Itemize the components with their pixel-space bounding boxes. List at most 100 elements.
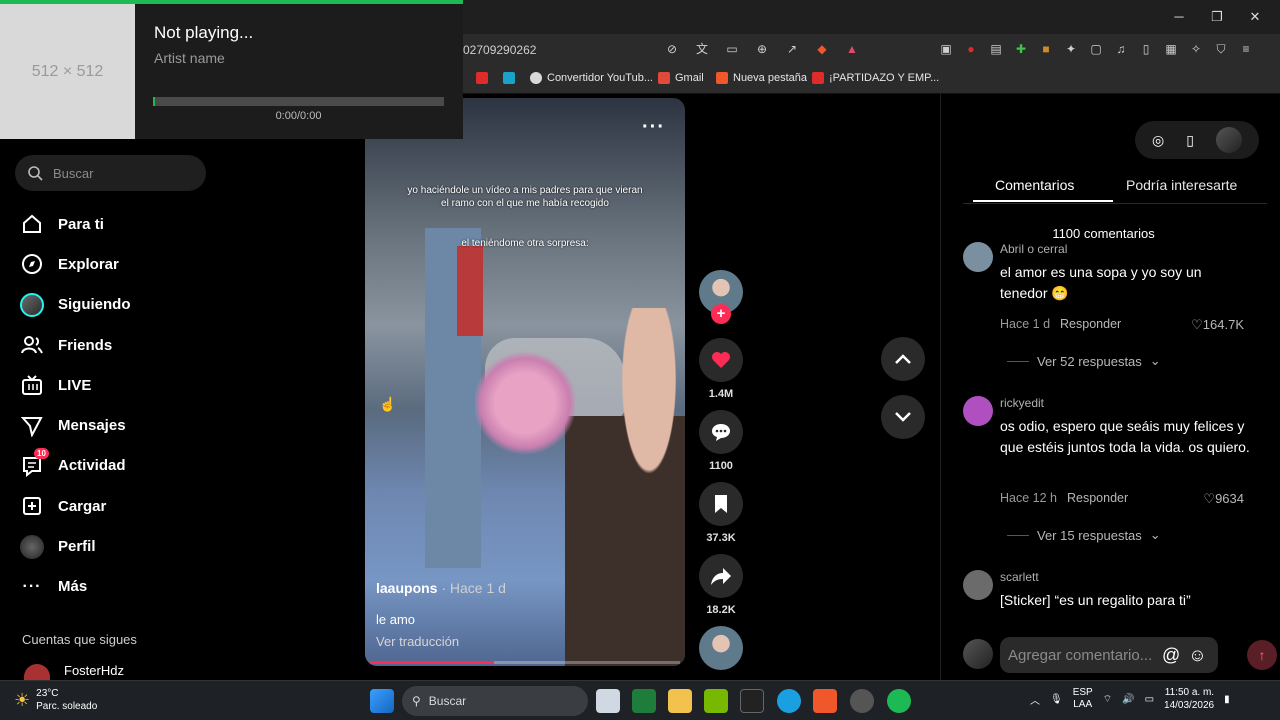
sidebar-icon[interactable]: ▯: [1138, 41, 1154, 57]
sidebar-item-cargar[interactable]: Cargar: [20, 486, 320, 526]
cast-icon[interactable]: ▭: [724, 41, 740, 57]
task-view-icon[interactable]: [596, 689, 620, 713]
brave-shield-icon[interactable]: ◆: [814, 41, 830, 57]
reply-button[interactable]: Responder: [1060, 317, 1121, 331]
commenter-avatar[interactable]: [963, 396, 993, 426]
extension-icon[interactable]: ▣: [938, 41, 954, 57]
comment-button[interactable]: 1100: [699, 410, 743, 472]
like-button[interactable]: 1.4M: [699, 338, 743, 400]
no-media-icon[interactable]: ⊘: [664, 41, 680, 57]
wallet-icon[interactable]: ▦: [1163, 41, 1179, 57]
puzzle-icon[interactable]: ✦: [1063, 41, 1079, 57]
view-replies-button[interactable]: Ver 15 respuestas ⌄: [1007, 527, 1161, 543]
comment-like-button[interactable]: ♡9634: [1203, 491, 1244, 507]
menu-icon[interactable]: ≡: [1238, 41, 1254, 57]
windows-start-icon[interactable]: [370, 689, 394, 713]
commenter-avatar[interactable]: [963, 242, 993, 272]
volume-icon[interactable]: 🔊: [1122, 694, 1134, 705]
file-explorer-icon[interactable]: [668, 689, 692, 713]
microphone-icon[interactable]: 🎙: [1050, 694, 1063, 705]
bookmark-youtube[interactable]: [476, 72, 488, 84]
comment-like-button[interactable]: ♡164.7K: [1191, 317, 1244, 333]
view-replies-button[interactable]: Ver 52 respuestas ⌄: [1007, 353, 1161, 369]
comment-input-box[interactable]: @ ☺: [1000, 637, 1218, 673]
weather-widget[interactable]: ☀ 23°C Parc. soleado: [14, 687, 97, 713]
extension-icon[interactable]: ●: [963, 41, 979, 57]
bookmark-l[interactable]: [503, 72, 515, 84]
translate-link[interactable]: Ver traducción: [376, 634, 459, 649]
brave-rewards-icon[interactable]: ▲: [844, 41, 860, 57]
extension-icon[interactable]: ■: [1038, 41, 1054, 57]
extension-icon[interactable]: ▤: [988, 41, 1004, 57]
notification-icon[interactable]: ▮: [1224, 694, 1230, 705]
close-window-button[interactable]: ✕: [1236, 6, 1274, 28]
commenter-name[interactable]: Abril o cerral: [1000, 242, 1067, 256]
video-more-options-icon[interactable]: ···: [642, 116, 665, 139]
user-avatar[interactable]: [1215, 127, 1242, 153]
music-avatar[interactable]: [699, 626, 743, 670]
taskbar-search[interactable]: ⚲ Buscar: [402, 686, 588, 716]
emoji-icon[interactable]: ☺: [1188, 645, 1206, 666]
commenter-name[interactable]: rickyedit: [1000, 396, 1044, 410]
chevron-up-icon[interactable]: ︿: [1030, 692, 1040, 707]
video-progress-bar[interactable]: [370, 661, 680, 664]
share-button[interactable]: 18.2K: [699, 554, 743, 616]
sidebar-item-friends[interactable]: Friends: [20, 325, 320, 365]
sidebar-item-explorar[interactable]: Explorar: [20, 244, 320, 284]
extension-icon[interactable]: ▢: [1088, 41, 1104, 57]
brave-browser-icon[interactable]: [813, 689, 837, 713]
spotify-icon[interactable]: [887, 689, 911, 713]
search-box[interactable]: [15, 155, 206, 191]
translate-icon[interactable]: 文: [694, 41, 710, 57]
bookmark-gmail[interactable]: Gmail: [658, 72, 704, 84]
share-icon[interactable]: ↗: [784, 41, 800, 57]
video-author[interactable]: laaupons · Hace 1 d: [376, 580, 506, 596]
music-icon[interactable]: ♫: [1113, 41, 1129, 57]
zoom-icon[interactable]: ⊕: [754, 41, 770, 57]
commenter-name[interactable]: scarlett: [1000, 570, 1039, 584]
xbox-icon[interactable]: [632, 689, 656, 713]
search-input[interactable]: [53, 165, 193, 181]
save-button[interactable]: 37.3K: [699, 482, 743, 544]
extension-icon[interactable]: ✚: [1013, 41, 1029, 57]
bookmark-new-tab[interactable]: Nueva pestaña: [716, 72, 807, 84]
follow-plus-icon[interactable]: +: [711, 304, 731, 324]
sidebar-item-perfil[interactable]: Perfil: [20, 526, 320, 566]
autoscroll-icon[interactable]: ◎: [1152, 132, 1164, 149]
sidebar-item-actividad[interactable]: 10 Actividad: [20, 446, 320, 486]
following-avatar[interactable]: [24, 664, 50, 680]
edge-icon[interactable]: [777, 689, 801, 713]
nvidia-icon[interactable]: [704, 689, 728, 713]
tab-comentarios[interactable]: Comentarios: [995, 177, 1074, 193]
sidebar-item-mas[interactable]: ··· Más: [20, 567, 320, 607]
settings-gear-icon[interactable]: [850, 689, 874, 713]
bookmark-partidazo[interactable]: ¡PARTIDAZO Y EMP...: [812, 72, 939, 84]
send-arrow-icon[interactable]: ↑: [1247, 640, 1277, 670]
commenter-avatar[interactable]: [963, 570, 993, 600]
comment-input[interactable]: [1008, 646, 1158, 664]
capcut-icon[interactable]: [740, 689, 764, 713]
video-player[interactable]: yo haciéndole un vídeo a mis padres para…: [365, 98, 685, 666]
previous-video-button[interactable]: [881, 337, 925, 381]
tab-podria-interesarte[interactable]: Podría interesarte: [1126, 177, 1237, 193]
mention-icon[interactable]: @: [1162, 645, 1180, 666]
creator-avatar[interactable]: +: [699, 270, 743, 324]
sidebar-item-live[interactable]: LIVE: [20, 365, 320, 405]
battery-icon[interactable]: ▭: [1145, 694, 1154, 705]
media-progress-bar[interactable]: [153, 97, 444, 106]
wifi-icon[interactable]: ⌔: [1103, 693, 1112, 706]
sidebar-item-para-ti[interactable]: Para ti: [20, 204, 320, 244]
clock[interactable]: 11:50 a. m. 14/03/2026: [1164, 686, 1214, 712]
minimize-button[interactable]: ─: [1160, 6, 1198, 28]
vpn-icon[interactable]: ⛉: [1213, 41, 1229, 57]
sidebar-item-siguiendo[interactable]: Siguiendo: [20, 285, 320, 325]
maximize-button[interactable]: ❐: [1198, 6, 1236, 28]
reply-button[interactable]: Responder: [1067, 491, 1128, 505]
bookmark-converter[interactable]: Convertidor YouTub...: [530, 72, 653, 84]
following-user[interactable]: FosterHdz: [64, 663, 124, 678]
language-indicator[interactable]: ESP LAA: [1073, 687, 1093, 711]
sidebar-item-mensajes[interactable]: Mensajes: [20, 405, 320, 445]
next-video-button[interactable]: [881, 395, 925, 439]
phone-icon[interactable]: ▯: [1186, 132, 1194, 149]
leo-ai-icon[interactable]: ✧: [1188, 41, 1204, 57]
